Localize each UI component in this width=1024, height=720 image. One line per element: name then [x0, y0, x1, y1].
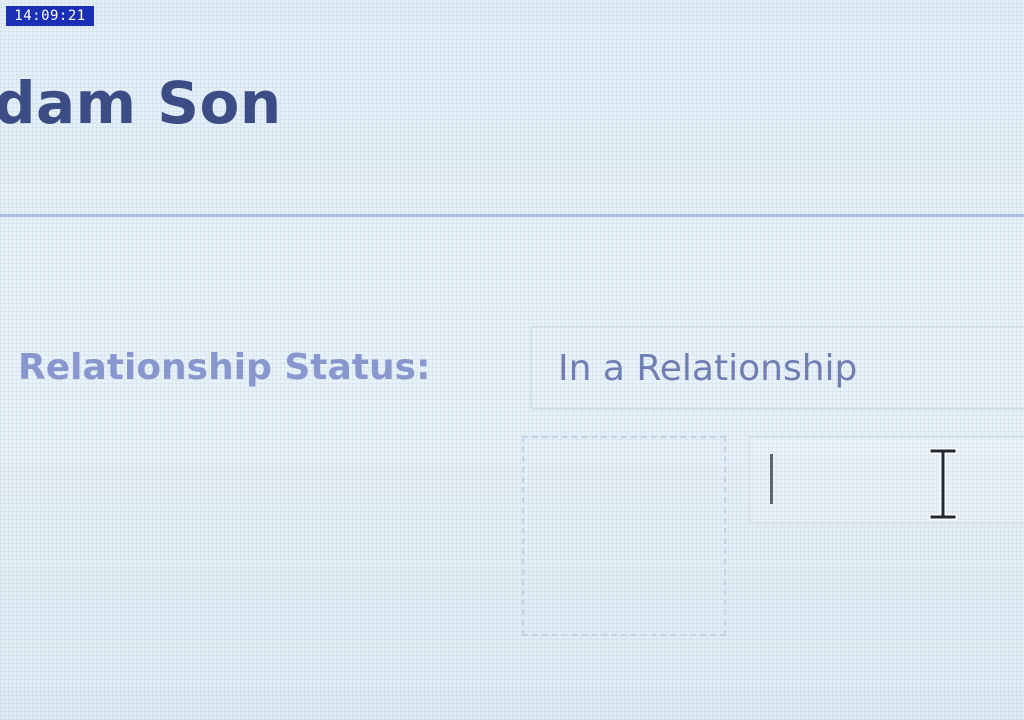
relationship-status-select[interactable]: In a Relationship — [530, 326, 1024, 410]
partner-name-input[interactable] — [748, 436, 1024, 524]
profile-name-heading: dam Son — [0, 69, 282, 137]
section-divider — [0, 214, 1024, 217]
text-caret-icon — [770, 454, 773, 504]
photo-placeholder[interactable] — [522, 436, 726, 636]
relationship-status-label: Relationship Status: — [18, 347, 431, 388]
relationship-status-value: In a Relationship — [558, 348, 858, 389]
text-ibeam-icon — [929, 448, 957, 520]
clock-overlay: 14:09:21 — [6, 6, 94, 26]
